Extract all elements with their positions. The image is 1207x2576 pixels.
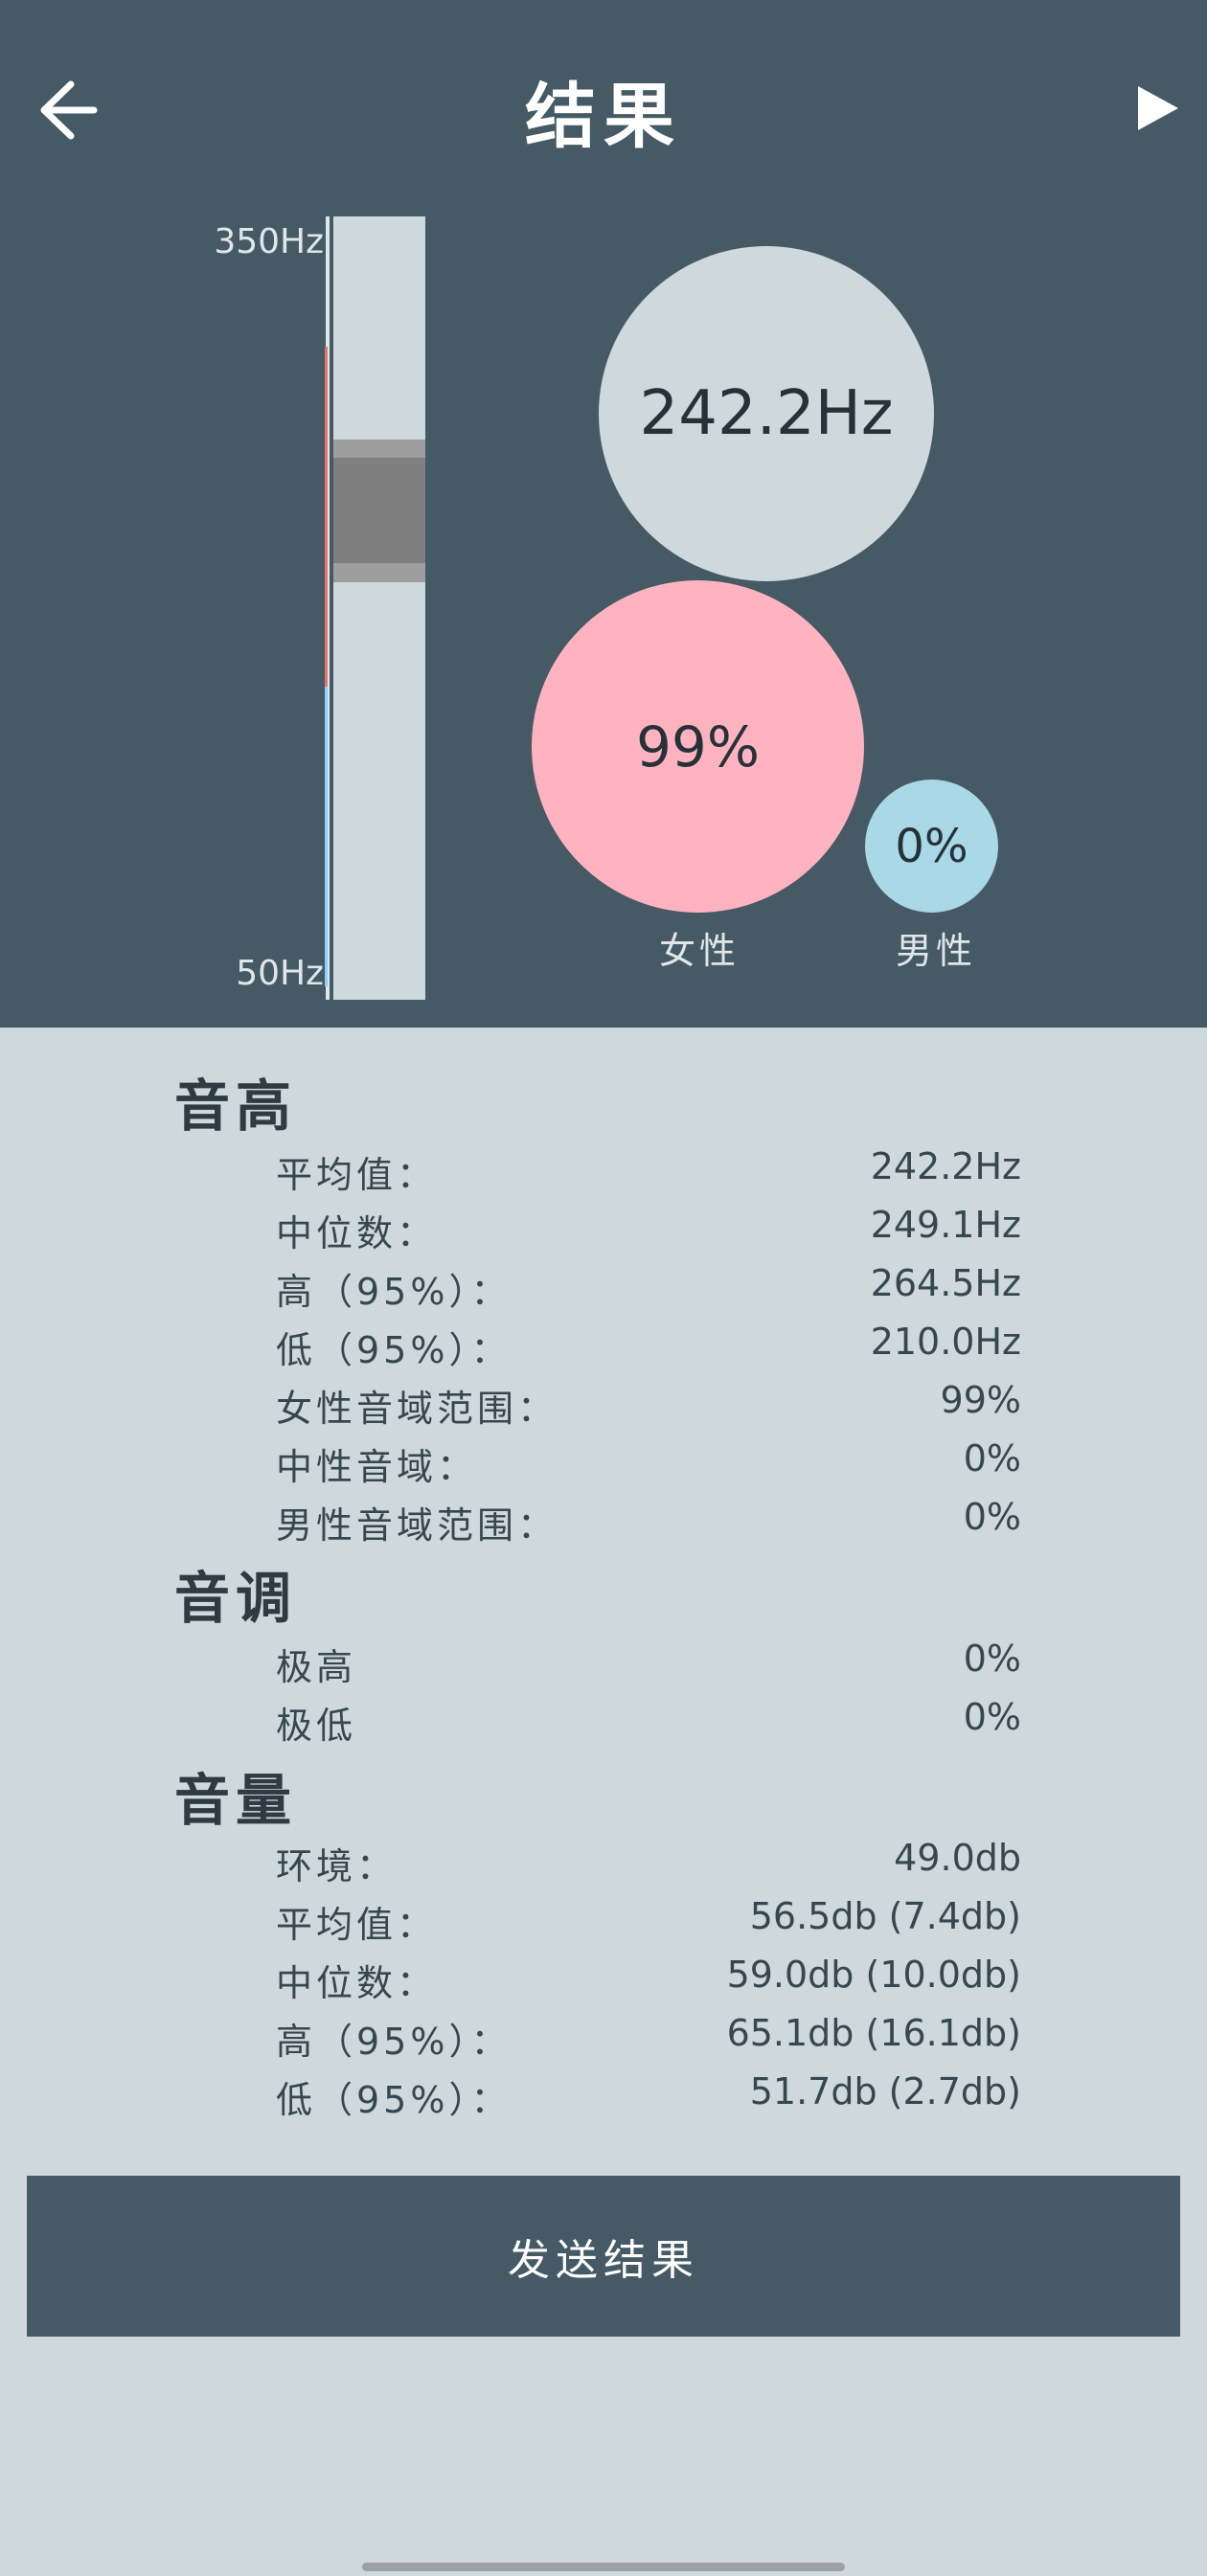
row-label: 高（95%）： (276, 2021, 512, 2063)
row-value: 0% (963, 1437, 1021, 1480)
female-percent-circle: 99% (532, 580, 864, 913)
female-zone-mark (325, 347, 328, 687)
row-value: 242.2Hz (870, 1145, 1021, 1187)
row-value: 49.0db (894, 1837, 1021, 1879)
row-value: 0% (963, 1496, 1021, 1538)
play-icon[interactable] (1136, 84, 1180, 132)
row-value: 0% (963, 1696, 1021, 1738)
row-value: 51.7db (2.7db) (749, 2070, 1021, 2113)
male-zone-mark (325, 686, 328, 987)
volume-row-average: 平均值： 56.5db (7.4db) (276, 1895, 1021, 1946)
tone-section-title: 音调 (174, 1566, 298, 1631)
send-results-button[interactable]: 发送结果 (27, 2176, 1180, 2337)
average-pitch-circle: 242.2Hz (599, 246, 934, 581)
row-label: 高（95%）： (276, 1271, 512, 1313)
meter-top-label: 350Hz (214, 222, 324, 261)
pitch-row-male-range: 男性音域范围： 0% (276, 1496, 1021, 1547)
pitch-row-median: 中位数： 249.1Hz (276, 1204, 1021, 1254)
volume-row-high: 高（95%）： 65.1db (16.1db) (276, 2012, 1021, 2063)
row-value: 264.5Hz (870, 1262, 1021, 1304)
row-value: 210.0Hz (870, 1321, 1021, 1363)
female-caption: 女性 (658, 930, 740, 972)
row-label: 中位数： (276, 1212, 438, 1254)
row-value: 99% (940, 1379, 1021, 1421)
volume-row-ambient: 环境： 49.0db (276, 1837, 1021, 1887)
row-label: 环境： (276, 1845, 398, 1887)
average-pitch-value: 242.2Hz (639, 378, 894, 449)
row-value: 249.1Hz (870, 1204, 1021, 1246)
male-percent-circle: 0% (865, 780, 998, 913)
row-label: 平均值： (276, 1154, 438, 1196)
pitch-row-female-range: 女性音域范围： 99% (276, 1379, 1021, 1430)
male-percent-value: 0% (895, 819, 968, 873)
row-value: 65.1db (16.1db) (726, 2012, 1021, 2054)
pitch-band-core (333, 458, 425, 564)
volume-row-low: 低（95%）： 51.7db (2.7db) (276, 2070, 1021, 2121)
tone-row-very-low: 极低 0% (276, 1696, 1021, 1747)
tone-row-very-high: 极高 0% (276, 1638, 1021, 1688)
row-value: 0% (963, 1638, 1021, 1680)
row-label: 极低 (276, 1705, 357, 1747)
pitch-row-high: 高（95%）： 264.5Hz (276, 1262, 1021, 1313)
home-indicator[interactable] (362, 2563, 845, 2571)
row-value: 56.5db (7.4db) (749, 1895, 1021, 1937)
row-label: 低（95%）： (276, 2079, 512, 2121)
volume-section-title: 音量 (174, 1768, 298, 1833)
row-label: 女性音域范围： (276, 1388, 558, 1430)
female-percent-value: 99% (636, 713, 760, 780)
pitch-row-low: 低（95%）： 210.0Hz (276, 1321, 1021, 1371)
row-label: 中位数： (276, 1962, 438, 2004)
row-label: 低（95%）： (276, 1329, 512, 1371)
page-title: 结果 (525, 76, 682, 158)
pitch-row-average: 平均值： 242.2Hz (276, 1145, 1021, 1196)
row-value: 59.0db (10.0db) (726, 1954, 1021, 1996)
row-label: 男性音域范围： (276, 1504, 558, 1547)
pitch-meter (333, 216, 425, 1000)
header-panel: 结果 350Hz 50Hz 242.2Hz 99% 0% 女性 男性 (0, 0, 1207, 1028)
row-label: 中性音域： (276, 1446, 478, 1488)
meter-bottom-label: 50Hz (236, 954, 324, 993)
row-label: 平均值： (276, 1904, 438, 1946)
male-caption: 男性 (895, 930, 976, 972)
pitch-section-title: 音高 (174, 1073, 298, 1139)
pitch-row-neutral-range: 中性音域： 0% (276, 1437, 1021, 1488)
row-label: 极高 (276, 1646, 357, 1688)
volume-row-median: 中位数： 59.0db (10.0db) (276, 1954, 1021, 2004)
